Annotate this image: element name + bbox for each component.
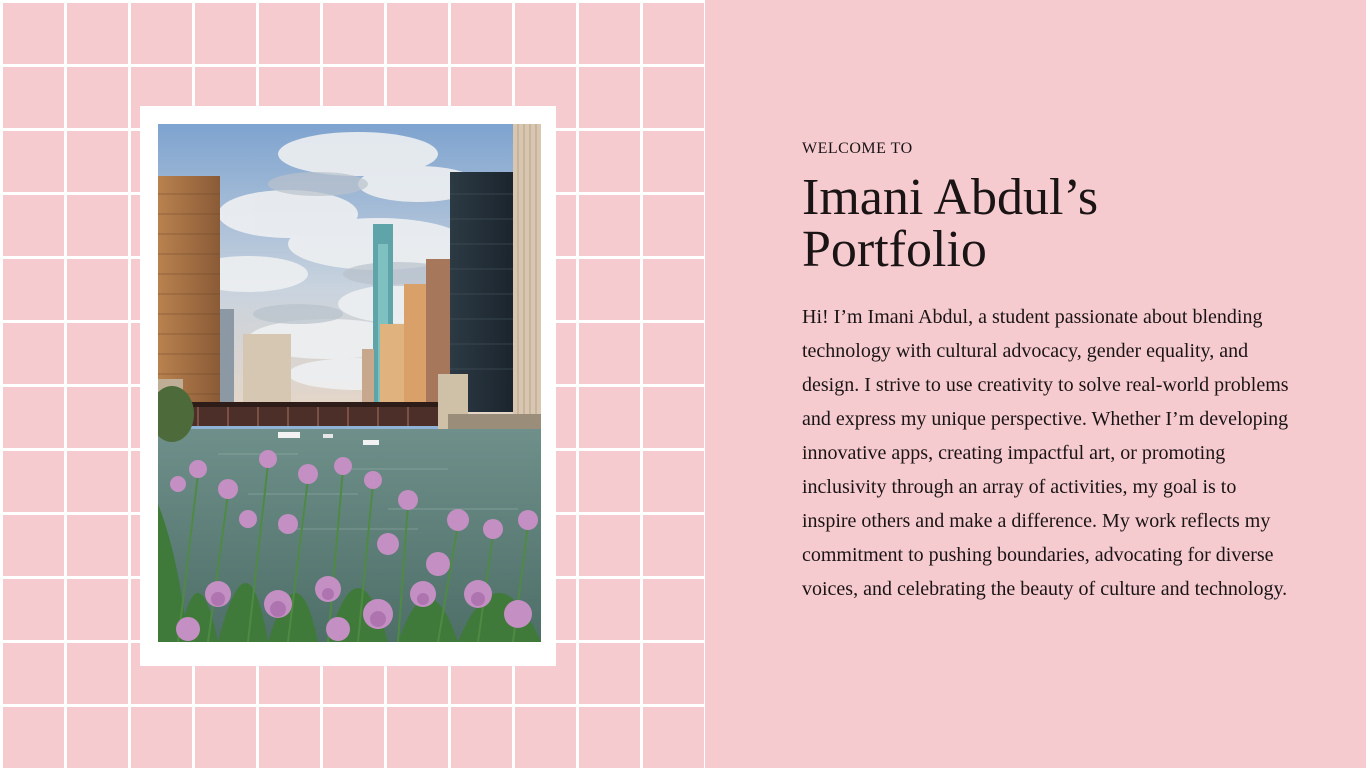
title-line-1: Imani Abdul’s: [802, 169, 1099, 226]
title-line-2: Portfolio: [802, 221, 987, 278]
chicago-river-illustration: [158, 124, 541, 642]
page-title: Imani Abdul’s Portfolio: [802, 172, 1302, 276]
city-river-photo: [158, 124, 541, 642]
photo-frame: [140, 106, 556, 666]
portfolio-slide: WELCOME TO Imani Abdul’s Portfolio Hi! I…: [0, 0, 1366, 768]
intro-text-panel: WELCOME TO Imani Abdul’s Portfolio Hi! I…: [802, 140, 1302, 606]
grid-background-panel: [0, 0, 705, 768]
bio-paragraph: Hi! I’m Imani Abdul, a student passionat…: [802, 306, 1289, 600]
welcome-kicker: WELCOME TO: [802, 140, 913, 157]
